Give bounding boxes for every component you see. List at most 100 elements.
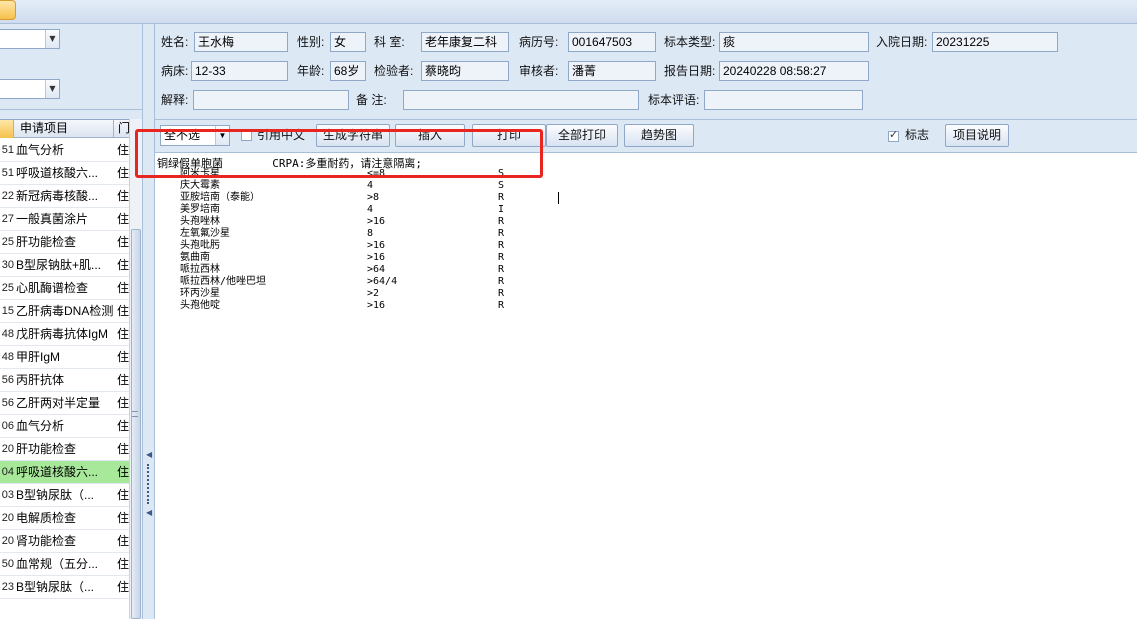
row-item: 心肌酶谱检查 <box>16 281 89 295</box>
dept-label: 科 室: <box>374 35 405 49</box>
row-id: 56 <box>1 397 14 409</box>
row-id: 25 <box>1 282 14 294</box>
chevron-down-icon[interactable]: ▼ <box>215 126 229 145</box>
row-item: B型钠尿肽（... <box>16 488 95 502</box>
trend-chart-button[interactable]: 趋势图 <box>624 124 694 147</box>
grid-header: 申请项目 门 <box>0 120 129 138</box>
table-row[interactable]: 20 肾功能检查 住 <box>0 530 129 553</box>
row-id: 27 <box>1 213 14 225</box>
table-row[interactable]: 56 乙肝两对半定量 住 <box>0 392 129 415</box>
name-field[interactable]: 王水梅 <box>194 32 288 52</box>
gender-field[interactable]: 女 <box>330 32 366 52</box>
inspector-field[interactable]: 蔡晓昀 <box>421 61 509 81</box>
admit-date-field[interactable]: 20231225 <box>932 32 1058 52</box>
antibiotic-name: 阿米卡星 <box>180 168 220 179</box>
chevron-down-icon[interactable]: ▼ <box>45 30 59 48</box>
row-item: 新冠病毒核酸... <box>16 189 99 203</box>
select-mode-dropdown[interactable]: 全不选 ▼ <box>160 125 230 146</box>
table-row[interactable]: 51 血气分析 住 <box>0 139 129 162</box>
table-row[interactable]: 48 戊肝病毒抗体IgM 住 <box>0 323 129 346</box>
chevron-down-icon[interactable]: ▼ <box>45 80 59 98</box>
print-all-button[interactable]: 全部打印 <box>546 124 618 147</box>
table-row[interactable]: 25 肝功能检查 住 <box>0 231 129 254</box>
bed-field[interactable]: 12-33 <box>191 61 288 81</box>
reviewer-field[interactable]: 潘菁 <box>568 61 656 81</box>
antibiotic-interp: R <box>498 252 505 263</box>
table-row[interactable]: 06 血气分析 住 <box>0 415 129 438</box>
table-row[interactable]: 50 血常规（五分... 住 <box>0 553 129 576</box>
record-field[interactable]: 001647503 <box>568 32 656 52</box>
row-id: 48 <box>1 328 14 340</box>
table-row[interactable]: 20 电解质检查 住 <box>0 507 129 530</box>
row-id: 03 <box>1 489 14 501</box>
explain-label: 解释: <box>161 93 189 107</box>
mark-checkbox[interactable] <box>888 128 899 142</box>
admit-label: 入院日期: <box>876 35 928 49</box>
row-item: 呼吸道核酸六... <box>16 166 99 180</box>
row-id: 20 <box>1 512 14 524</box>
row-item: B型尿钠肽+肌... <box>16 258 102 272</box>
table-row[interactable]: 30 B型尿钠肽+肌... 住 <box>0 254 129 277</box>
row-id: 25 <box>1 236 14 248</box>
record-label: 病历号: <box>519 35 559 49</box>
antibiotic-mic: 8 <box>367 228 374 239</box>
remark-field[interactable] <box>403 90 639 110</box>
patient-info-panel: 姓名: 王水梅 性别: 女 科 室: 老年康复二科 病历号: 001647503… <box>155 24 1137 120</box>
text-caret <box>558 192 559 204</box>
scrollbar-thumb[interactable] <box>131 229 141 619</box>
table-row[interactable]: 25 心肌酶谱检查 住 <box>0 277 129 300</box>
row-type: 住 <box>117 350 129 364</box>
cite-chinese-checkbox[interactable] <box>241 130 252 141</box>
antibiotic-interp: I <box>498 204 505 215</box>
antibiotic-name: 美罗培南 <box>180 204 220 215</box>
collapse-left-icon[interactable]: ◀ <box>146 508 152 517</box>
column-header-item[interactable]: 申请项目 <box>14 120 114 138</box>
generate-string-button[interactable]: 生成字符串 <box>316 124 390 147</box>
column-header-id[interactable] <box>0 120 14 138</box>
row-item: 一般真菌涂片 <box>16 212 89 226</box>
row-item: 肝功能检查 <box>16 235 77 249</box>
grid-scrollbar[interactable] <box>129 119 142 619</box>
table-row[interactable]: 20 肝功能检查 住 <box>0 438 129 461</box>
panel-splitter[interactable]: ◀ ◀ <box>143 24 155 619</box>
row-id: 22 <box>1 190 14 202</box>
item-description-button[interactable]: 项目说明 <box>945 124 1009 147</box>
dept-field[interactable]: 老年康复二科 <box>421 32 509 52</box>
antibiotic-name: 环丙沙星 <box>180 288 220 299</box>
column-header-type[interactable]: 门 <box>114 120 129 138</box>
table-row[interactable]: 22 新冠病毒核酸... 住 <box>0 185 129 208</box>
print-button[interactable]: 打印 <box>472 124 546 147</box>
table-row[interactable]: 56 丙肝抗体 住 <box>0 369 129 392</box>
collapse-left-icon[interactable]: ◀ <box>146 450 152 459</box>
table-row[interactable]: 48 甲肝IgM 住 <box>0 346 129 369</box>
filter-combo-1[interactable]: ▼ <box>0 29 60 49</box>
table-row[interactable]: 15 乙肝病毒DNA检测住 <box>0 300 129 323</box>
table-row[interactable]: 04 呼吸道核酸六... 住 <box>0 461 129 484</box>
specimen-field[interactable]: 痰 <box>719 32 869 52</box>
window-tab[interactable] <box>0 0 16 20</box>
insert-button[interactable]: 插入 <box>395 124 465 147</box>
comment-field[interactable] <box>704 90 863 110</box>
result-text-area[interactable]: 铜绿假单胞菌 CRPA:多重耐药，请注意隔离; 阿米卡星 <=8 S 庆大霉素 4 S 亚胺… <box>155 154 1137 619</box>
row-type: 住 <box>117 304 129 318</box>
antibiotic-mic: >2 <box>367 288 380 299</box>
table-row[interactable]: 51 呼吸道核酸六... 住 <box>0 162 129 185</box>
request-grid: 申请项目 门 51 血气分析住 51 呼吸道核酸六... 住 22 新冠病毒核酸... 住 27… <box>0 119 129 619</box>
filter-combo-2[interactable]: ▼ <box>0 79 60 99</box>
row-item: 肝功能检查 <box>16 442 77 456</box>
row-item: 丙肝抗体 <box>16 373 65 387</box>
antibiotic-interp: R <box>498 300 505 311</box>
age-label: 年龄: <box>297 64 325 78</box>
row-item: 血气分析 <box>16 419 65 433</box>
report-date-field[interactable]: 20240228 08:58:27 <box>719 61 869 81</box>
antibiotic-name: 头孢吡肟 <box>180 240 220 251</box>
gender-label: 性别: <box>297 35 325 49</box>
table-row[interactable]: 23 B型钠尿肽（... 住 <box>0 576 129 599</box>
table-row[interactable]: 03 B型钠尿肽（... 住 <box>0 484 129 507</box>
age-field[interactable]: 68岁 <box>330 61 366 81</box>
name-label: 姓名: <box>161 35 189 49</box>
cite-chinese-label: 引用中文 <box>257 128 306 142</box>
antibiotic-interp: R <box>498 288 505 299</box>
explain-field[interactable] <box>193 90 349 110</box>
table-row[interactable]: 27 一般真菌涂片 住 <box>0 208 129 231</box>
